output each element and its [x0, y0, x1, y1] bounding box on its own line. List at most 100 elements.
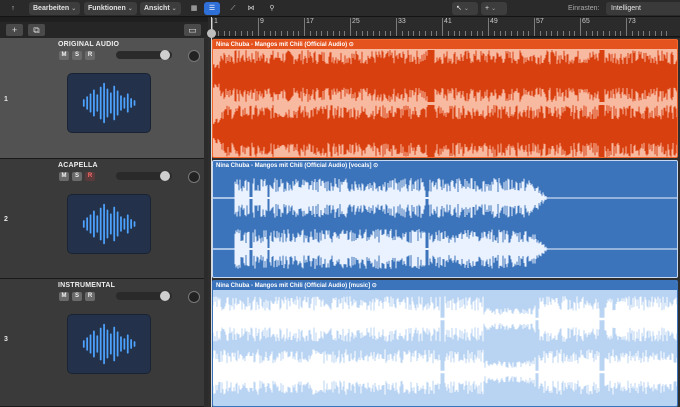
- audio-region-vocals[interactable]: Nina Chuba - Mangos mit Chili (Official …: [212, 160, 678, 278]
- track-header-controls: + ⧉ ▭: [0, 22, 208, 38]
- tuner-icon[interactable]: ⚲: [264, 2, 280, 15]
- library-icon[interactable]: ▭: [184, 24, 201, 36]
- pan-knob[interactable]: [188, 291, 200, 303]
- list-icon[interactable]: ☰: [204, 2, 220, 15]
- ruler-bar-number: 73: [628, 18, 636, 25]
- ruler-tick: [580, 18, 581, 36]
- loop-icon: ⊙: [348, 42, 354, 48]
- volume-knob[interactable]: [160, 50, 170, 60]
- waveform-icon: [82, 82, 136, 124]
- ruler-tick: [309, 31, 311, 36]
- region-title-text: Nina Chuba - Mangos mit Chili (Official …: [216, 42, 348, 48]
- record-button[interactable]: R: [85, 292, 95, 301]
- playhead-handle[interactable]: [207, 29, 216, 38]
- region-title: Nina Chuba - Mangos mit Chili (Official …: [216, 41, 354, 48]
- functions-menu-button[interactable]: Funktionen ⌄: [84, 2, 137, 15]
- ruler-bar-number: 1: [214, 18, 218, 25]
- track-number: 1: [4, 96, 8, 103]
- back-arrow-icon[interactable]: ↑: [6, 2, 20, 15]
- toolbar: ↑ Bearbeiten ⌄ Funktionen ⌄ Ansicht ⌄ ▦ ☰ ⟋…: [0, 0, 680, 17]
- solo-button[interactable]: S: [72, 51, 82, 60]
- record-button[interactable]: R: [85, 51, 95, 60]
- ruler-tick: [660, 31, 662, 36]
- mute-button[interactable]: M: [59, 51, 69, 60]
- view-menu-label: Ansicht: [144, 5, 170, 12]
- edit-menu-label: Bearbeiten: [33, 5, 70, 12]
- ruler-tick: [511, 31, 512, 36]
- automation-icon[interactable]: ⟋: [225, 2, 241, 15]
- track-header-2[interactable]: 2 ACAPELLA M S R: [0, 159, 208, 279]
- functions-menu-label: Funktionen: [88, 5, 126, 12]
- ruler-tick: [373, 31, 374, 36]
- solo-button[interactable]: S: [72, 172, 82, 181]
- marquee-tool-button[interactable]: + ⌄: [481, 2, 507, 15]
- ruler-tick: [217, 31, 219, 36]
- flex-icon[interactable]: ⋈: [243, 2, 259, 15]
- mute-button[interactable]: M: [59, 172, 69, 181]
- ruler-tick: [286, 31, 288, 36]
- waveform-icon: [82, 203, 136, 245]
- ruler-tick: [407, 31, 409, 36]
- chevron-down-icon: ⌄: [71, 6, 77, 12]
- volume-slider[interactable]: [116, 291, 172, 301]
- track-name[interactable]: INSTRUMENTAL: [58, 282, 115, 289]
- volume-slider[interactable]: [116, 171, 172, 181]
- ruler-tick: [413, 31, 415, 36]
- ruler-tick: [436, 31, 438, 36]
- ruler-tick: [482, 31, 484, 36]
- ruler-tick: [551, 31, 553, 36]
- ruler-tick: [361, 31, 363, 36]
- waveform: [213, 178, 677, 269]
- ruler-tick: [666, 31, 668, 36]
- volume-slider[interactable]: [116, 50, 172, 60]
- ruler-tick: [447, 31, 449, 36]
- region-title-text: Nina Chuba - Mangos mit Chili (Official …: [216, 163, 372, 169]
- ruler-tick: [442, 18, 443, 36]
- ruler-tick: [321, 31, 323, 36]
- audio-region-original[interactable]: Nina Chuba - Mangos mit Chili (Official …: [212, 39, 678, 158]
- track-artwork: [67, 73, 151, 133]
- edit-menu-button[interactable]: Bearbeiten ⌄: [29, 2, 81, 15]
- ruler-tick: [476, 31, 478, 36]
- ruler-tick: [298, 31, 300, 36]
- ruler-bar-number: 65: [582, 18, 590, 25]
- ruler-tick: [470, 31, 472, 36]
- ruler-tick: [401, 31, 403, 36]
- playhead[interactable]: [211, 17, 212, 407]
- grid-icon[interactable]: ▦: [187, 2, 201, 15]
- ruler-tick: [332, 31, 334, 36]
- plus-icon[interactable]: +: [6, 24, 23, 36]
- track-name[interactable]: ACAPELLA: [58, 162, 98, 169]
- ruler-tick: [534, 18, 535, 36]
- view-menu-button[interactable]: Ansicht ⌄: [140, 2, 181, 15]
- ruler-tick: [229, 31, 231, 36]
- audio-region-music[interactable]: Nina Chuba - Mangos mit Chili (Official …: [212, 280, 678, 407]
- ruler-tick: [453, 31, 455, 36]
- region-title: Nina Chuba - Mangos mit Chili (Official …: [216, 282, 377, 289]
- ruler-tick: [269, 31, 271, 36]
- timeline-ruler[interactable]: 1 9 17 25 33 41 49 57 65 73: [208, 17, 680, 37]
- ruler-tick: [654, 31, 656, 36]
- ruler-tick: [344, 31, 346, 36]
- pointer-tool-button[interactable]: ↖ ⌄: [452, 2, 478, 15]
- ruler-tick: [505, 31, 507, 36]
- snap-select[interactable]: Intelligent: [606, 2, 680, 15]
- ruler-tick: [528, 31, 530, 36]
- ruler-tick: [390, 31, 392, 36]
- ruler-tick: [620, 31, 622, 36]
- volume-knob[interactable]: [160, 291, 170, 301]
- solo-button[interactable]: S: [72, 292, 82, 301]
- volume-knob[interactable]: [160, 171, 170, 181]
- ruler-tick: [493, 31, 495, 36]
- track-header-3[interactable]: 3 INSTRUMENTAL M S R: [0, 279, 208, 407]
- mute-button[interactable]: M: [59, 292, 69, 301]
- track-header-1[interactable]: 1 ORIGINAL AUDIO M S R: [0, 38, 208, 159]
- duplicate-track-icon[interactable]: ⧉: [28, 24, 45, 36]
- record-button[interactable]: R: [85, 172, 95, 181]
- ruler-tick: [603, 31, 604, 36]
- track-name[interactable]: ORIGINAL AUDIO: [58, 41, 119, 48]
- track-number: 3: [4, 336, 8, 343]
- pan-knob[interactable]: [188, 171, 200, 183]
- ruler-bar-number: 41: [444, 18, 452, 25]
- pan-knob[interactable]: [188, 50, 200, 62]
